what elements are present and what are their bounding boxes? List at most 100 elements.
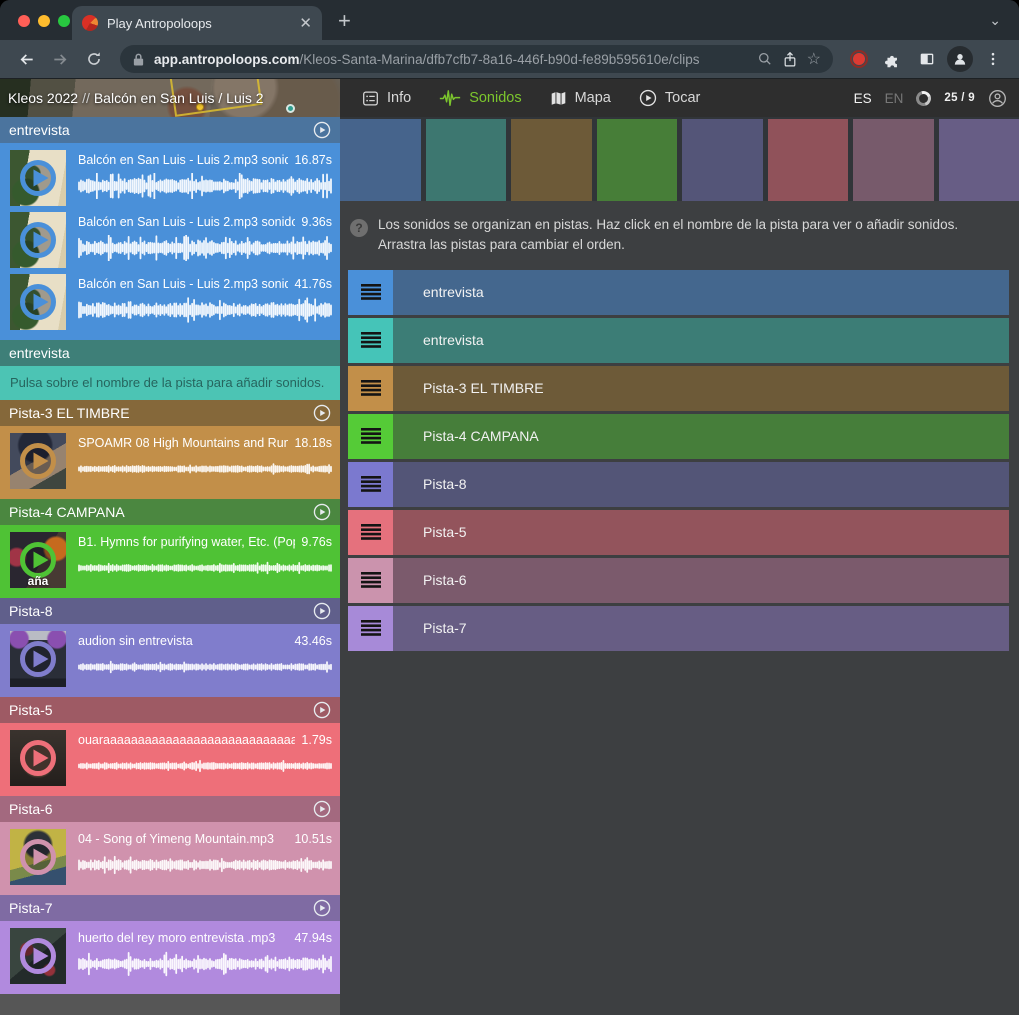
extensions-puzzle-icon[interactable] [879, 45, 907, 73]
track-row-label: Pista-3 EL TIMBRE [423, 380, 544, 396]
track-header[interactable]: Pista-7 [0, 895, 340, 921]
track-row[interactable]: entrevista [348, 270, 1009, 315]
clip-item[interactable]: Balcón en San Luis - Luis 2.mp3 sonido h… [0, 146, 340, 208]
drag-handle[interactable] [348, 462, 393, 507]
track-row[interactable]: Pista-3 EL TIMBRE [348, 366, 1009, 411]
nav-item-tocar[interactable]: Tocar [639, 89, 700, 107]
clip-thumbnail[interactable] [10, 829, 66, 885]
drag-handle[interactable] [348, 318, 393, 363]
account-icon[interactable] [988, 89, 1007, 108]
clip-play-overlay-icon[interactable] [10, 730, 66, 786]
app-nav: Info Sonidos Mapa Tocar [362, 89, 700, 107]
nav-item-sonidos[interactable]: Sonidos [439, 90, 521, 107]
track-play-button[interactable] [313, 503, 331, 521]
track-name: Pista-4 CAMPANA [9, 504, 313, 520]
browser-tab[interactable]: Play Antropoloops ✕ [72, 6, 322, 40]
track-row[interactable]: Pista-6 [348, 558, 1009, 603]
track-header[interactable]: Pista-3 EL TIMBRE [0, 400, 340, 426]
track-play-button[interactable] [313, 701, 331, 719]
clip-item[interactable]: audion sin entrevista43.46s [0, 627, 340, 689]
track-header[interactable]: Pista-4 CAMPANA [0, 499, 340, 525]
track-header[interactable]: Pista-6 [0, 796, 340, 822]
track-header[interactable]: entrevista [0, 117, 340, 143]
drag-handle[interactable] [348, 558, 393, 603]
tab-search-chevron-icon[interactable]: ⌄ [989, 12, 1001, 29]
drag-handle[interactable] [348, 270, 393, 315]
clip-item[interactable]: SPOAMR 08 High Mountains and Running ...… [0, 429, 340, 491]
clip-thumbnail[interactable] [10, 928, 66, 984]
back-button[interactable] [12, 45, 40, 73]
url-bar[interactable]: app.antropoloops.com/Kleos-Santa-Marina/… [120, 45, 833, 73]
clip-item[interactable]: Balcón en San Luis - Luis 2.mp3 sonido h… [0, 270, 340, 332]
clip-thumbnail[interactable]: aña [10, 532, 66, 588]
close-window-button[interactable] [18, 15, 30, 27]
track-play-button[interactable] [313, 899, 331, 917]
track-color-swatch [340, 119, 421, 201]
antropoloops-app: Kleos 2022//Balcón en San Luis / Luis 2 … [0, 79, 1019, 1015]
clip-play-overlay-icon[interactable] [10, 150, 66, 206]
track-row[interactable]: Pista-8 [348, 462, 1009, 507]
track-row-label: entrevista [423, 332, 484, 348]
minimize-window-button[interactable] [38, 15, 50, 27]
lang-es-button[interactable]: ES [854, 91, 872, 106]
track-play-button[interactable] [313, 800, 331, 818]
side-panel-icon[interactable] [913, 45, 941, 73]
clip-title: Balcón en San Luis - Luis 2.mp3 sonido h… [78, 215, 295, 229]
lang-en-button[interactable]: EN [885, 91, 904, 106]
track-header[interactable]: Pista-8 [0, 598, 340, 624]
reload-button[interactable] [80, 45, 108, 73]
clip-play-overlay-icon[interactable] [10, 631, 66, 687]
clip-play-overlay-icon[interactable] [10, 928, 66, 984]
clip-play-overlay-icon[interactable] [10, 212, 66, 268]
clip-item[interactable]: Balcón en San Luis - Luis 2.mp3 sonido h… [0, 208, 340, 270]
track-play-button[interactable] [313, 602, 331, 620]
clip-thumbnail[interactable] [10, 730, 66, 786]
clip-item[interactable]: 04 - Song of Yimeng Mountain.mp310.51s [0, 825, 340, 887]
clip-thumbnail[interactable] [10, 274, 66, 330]
track-color-swatch [853, 119, 934, 201]
share-icon[interactable] [782, 51, 798, 68]
drag-handle[interactable] [348, 366, 393, 411]
clip-item[interactable]: huerto del rey moro entrevista .mp347.94… [0, 924, 340, 986]
track-row[interactable]: entrevista [348, 318, 1009, 363]
track-row[interactable]: Pista-5 [348, 510, 1009, 555]
drag-handle[interactable] [348, 510, 393, 555]
bookmark-star-icon[interactable]: ☆ [807, 49, 821, 69]
clip-thumbnail[interactable] [10, 631, 66, 687]
track-name: entrevista [9, 345, 331, 361]
clip-item[interactable]: ouaraaaaaaaaaaaaaaaaaaaaaaaaaaaaaaaaaaa.… [0, 726, 340, 788]
browser-window: Play Antropoloops ✕ + ⌄ app.antropoloops… [0, 0, 1019, 1015]
record-extension-icon[interactable] [845, 45, 873, 73]
clip-play-overlay-icon[interactable] [10, 433, 66, 489]
track-row-label: Pista-4 CAMPANA [423, 428, 539, 444]
browser-toolbar: app.antropoloops.com/Kleos-Santa-Marina/… [0, 40, 1019, 79]
clip-play-overlay-icon[interactable] [10, 829, 66, 885]
track-play-button[interactable] [313, 121, 331, 139]
track-color-swatch [511, 119, 592, 201]
track-header[interactable]: entrevista [0, 340, 340, 366]
track-play-button[interactable] [313, 404, 331, 422]
track-row[interactable]: Pista-4 CAMPANA [348, 414, 1009, 459]
track-row[interactable]: Pista-7 [348, 606, 1009, 651]
loaded-counter: 25 / 9 [944, 92, 975, 104]
clip-thumbnail[interactable] [10, 433, 66, 489]
tab-close-icon[interactable]: ✕ [299, 16, 312, 31]
nav-item-info[interactable]: Info [362, 90, 411, 107]
clip-thumbnail[interactable] [10, 212, 66, 268]
zoom-window-button[interactable] [58, 15, 70, 27]
track-name: Pista-6 [9, 801, 313, 817]
clip-title: 04 - Song of Yimeng Mountain.mp3 [78, 832, 288, 846]
browser-profile-avatar[interactable] [947, 46, 973, 72]
drag-handle[interactable] [348, 414, 393, 459]
forward-button[interactable] [46, 45, 74, 73]
drag-handle[interactable] [348, 606, 393, 651]
browser-menu-kebab-icon[interactable] [979, 45, 1007, 73]
clip-item[interactable]: aña B1. Hymns for purifying water, Etc. … [0, 528, 340, 590]
zoom-page-icon[interactable] [757, 51, 773, 67]
new-tab-button[interactable]: + [338, 10, 351, 32]
clip-thumbnail[interactable] [10, 150, 66, 206]
nav-item-mapa[interactable]: Mapa [550, 90, 611, 107]
clip-play-overlay-icon[interactable] [10, 274, 66, 330]
help-row: ? Los sonidos se organizan en pistas. Ha… [340, 201, 1019, 264]
track-header[interactable]: Pista-5 [0, 697, 340, 723]
